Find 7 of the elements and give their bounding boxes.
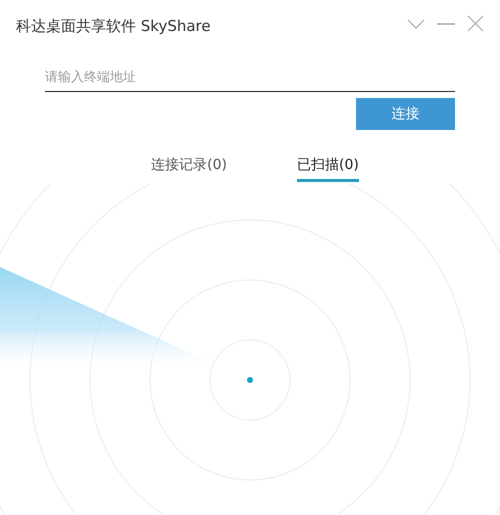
chevron-down-icon[interactable] [407, 18, 425, 28]
tab[interactable]: 已扫描(0) [297, 154, 359, 182]
address-field[interactable]: 请输入终端地址 [45, 67, 455, 92]
window-title: 科达桌面共享软件 SkyShare [16, 17, 211, 36]
close-icon[interactable] [467, 15, 484, 32]
minimize-icon[interactable] [437, 22, 455, 24]
tab[interactable]: 连接记录(0) [151, 154, 227, 182]
